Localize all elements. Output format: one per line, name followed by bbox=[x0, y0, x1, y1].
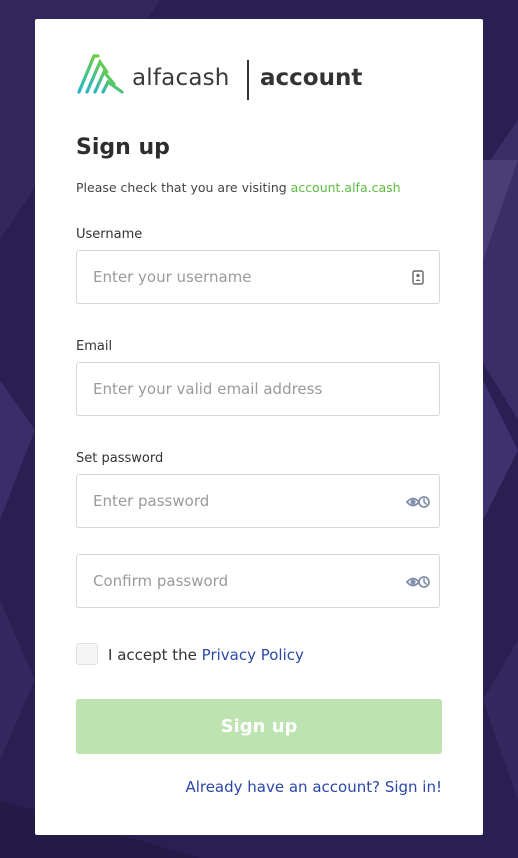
product-name: account bbox=[260, 65, 363, 91]
email-input[interactable] bbox=[77, 363, 439, 415]
signin-link[interactable]: Already have an account? Sign in! bbox=[185, 778, 442, 796]
url-notice: Please check that you are visiting accou… bbox=[76, 180, 401, 195]
password-input[interactable] bbox=[77, 475, 439, 527]
brand-name: alfacash bbox=[132, 65, 230, 91]
signup-button[interactable]: Sign up bbox=[76, 699, 442, 754]
privacy-policy-link[interactable]: Privacy Policy bbox=[202, 646, 304, 664]
confirm-password-field[interactable] bbox=[76, 554, 440, 608]
password-label: Set password bbox=[76, 451, 164, 466]
notice-url-link[interactable]: account.alfa.cash bbox=[291, 180, 401, 195]
email-field[interactable] bbox=[76, 362, 440, 416]
accept-text: I accept the bbox=[108, 646, 202, 664]
username-field[interactable] bbox=[76, 250, 440, 304]
contact-card-icon bbox=[412, 270, 424, 285]
page-title: Sign up bbox=[76, 135, 170, 160]
username-label: Username bbox=[76, 227, 143, 242]
eye-icon[interactable] bbox=[405, 569, 431, 595]
eye-icon[interactable] bbox=[405, 489, 431, 515]
alfacash-logo: alfacash account bbox=[76, 52, 376, 100]
confirm-password-input[interactable] bbox=[77, 555, 439, 607]
username-input[interactable] bbox=[77, 251, 439, 303]
notice-text: Please check that you are visiting bbox=[76, 180, 291, 195]
signup-card: alfacash account Sign up Please check th… bbox=[35, 19, 483, 835]
email-label: Email bbox=[76, 339, 113, 354]
privacy-policy-checkbox[interactable] bbox=[76, 643, 98, 665]
logo-divider bbox=[247, 60, 249, 100]
password-field[interactable] bbox=[76, 474, 440, 528]
accept-privacy-label: I accept the Privacy Policy bbox=[108, 646, 304, 664]
alfacash-mark-icon bbox=[77, 54, 124, 94]
